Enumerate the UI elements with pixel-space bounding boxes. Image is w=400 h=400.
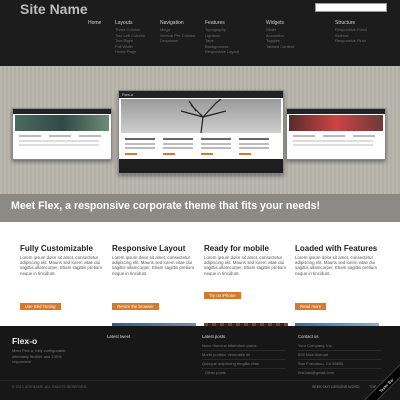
screenshot-mock-main [118,90,284,174]
nav-item-features[interactable]: Features Typography Lightbox Tabs Backgr… [205,19,239,55]
nav-item-structure[interactable]: Structure Responsive Fixed Sidebar Respo… [335,19,367,44]
contact-heading: Contact us [298,334,319,339]
post-link[interactable]: Quisque adipiscing fringilla vitae [202,361,259,366]
feature-button[interactable]: Use Bird Tuning [20,303,61,310]
post-link[interactable]: Nunc rhoncus bibendum purus [202,343,256,348]
feature-text: Lorem ipsum dolor sit amet, consectetur … [20,255,102,276]
contact-city: San Francisco, CA 55555 [298,361,344,366]
nav-sub-item[interactable]: Home Page [115,49,145,55]
nav-label[interactable]: Structure [335,19,367,27]
feature-button[interactable]: Try on iPhone [204,292,241,299]
tagline-bar: Meet Flex, a responsive corporate theme … [0,194,400,222]
nav-sub-item[interactable]: Dropdown [160,38,195,44]
feature-button[interactable]: Resize the browser [112,303,159,310]
divider [202,350,286,351]
features-section: Fully Customizable Lorem ipsum dolor sit… [0,222,400,326]
mock-logo: Flex-o [122,92,134,97]
nav-label[interactable]: Layouts [115,19,145,27]
hero-slider[interactable]: Flex-o [0,66,400,194]
site-footer: Flex-o Meet Flex-o, fully configurable, … [0,326,400,400]
feature-responsive: Responsive Layout Lorem ipsum dolor sit … [112,222,202,310]
footer-desc-line: Meet Flex-o, fully configurable, [12,348,67,353]
feature-mobile: Ready for mobile Lorem ipsum dolor sit a… [204,222,294,299]
latest-posts-heading: Latest posts [202,334,226,339]
other-posts-link[interactable]: Other posts [205,370,226,375]
site-header: Site Name Home Layouts Three Column Two … [0,0,400,66]
footer-divider [0,380,400,381]
nav-item-home[interactable]: Home [88,19,101,27]
feature-title: Loaded with Features [295,244,378,253]
feature-title: Fully Customizable [20,244,93,253]
feature-title: Responsive Layout [112,244,186,253]
screenshot-mock-left [12,108,112,160]
feature-text: Lorem ipsum dolor sit amet, consectetur … [204,255,286,276]
feature-customizable: Fully Customizable Lorem ipsum dolor sit… [20,222,110,310]
screenshot-mock-right [286,108,386,160]
nav-sub-item[interactable]: Responsive Fixed [335,27,367,33]
feature-button[interactable]: Read more [295,303,327,310]
nav-item-layouts[interactable]: Layouts Three Column Two Left Column Two… [115,19,145,55]
tagline-text: Meet Flex, a responsive corporate theme … [11,200,321,212]
nav-item-widgets[interactable]: Widgets Slider Accordion Toggles Tabbed … [266,19,294,49]
feature-loaded: Loaded with Features Lorem ipsum dolor s… [295,222,385,310]
footer-title: Flex-o [12,336,38,346]
divider [298,368,382,369]
tree-icon [180,98,227,134]
feature-text: Lorem ipsum dolor sit amet, consectetur … [112,255,194,276]
divider [202,359,286,360]
main-nav: Home Layouts Three Column Two Left Colum… [0,19,400,61]
nav-item-navigation[interactable]: Navigation Mega Vertical Pre Column Drop… [160,19,195,44]
nav-sub-item[interactable]: Responsive Layout [205,49,239,55]
nav-sub-item[interactable]: Tabbed Content [266,44,294,50]
divider [298,359,382,360]
nav-label[interactable]: Widgets [266,19,294,27]
contact-address: 555 Nice Avenue [298,352,329,357]
nav-sub-item[interactable]: Responsive Fluid [335,38,367,44]
latest-tweet-heading: Latest tweet [107,334,131,339]
credit-link[interactable]: SEEK OUT DESIGNS WORD [312,385,360,389]
feature-title: Ready for mobile [204,244,269,253]
tree-image [121,98,281,134]
contact-email[interactable]: first.last@gmail.com [298,370,334,375]
contact-company: Your Company, Inc. [298,343,333,348]
nav-label[interactable]: Features [205,19,239,27]
nav-label[interactable]: Home [88,19,101,27]
nav-label[interactable]: Navigation [160,19,195,27]
copyright: © 2013 SITENAME. ALL RIGHTS RESERVED. [12,385,88,389]
divider [202,368,286,369]
feature-text: Lorem ipsum dolor sit amet, consectetur … [295,255,377,276]
footer-desc-line: responsive. [12,359,33,365]
divider [298,350,382,351]
post-link[interactable]: Morbi porttitor venenatis mi [202,352,250,357]
footer-description: Meet Flex-o, fully configurable, ultimat… [12,348,66,365]
search-input[interactable] [315,3,387,12]
site-name[interactable]: Site Name [20,1,88,17]
